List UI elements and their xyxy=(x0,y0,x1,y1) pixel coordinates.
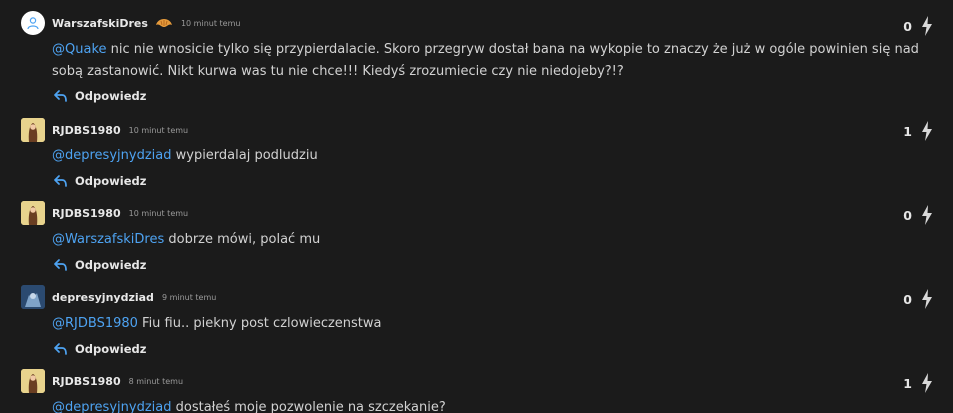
avatar[interactable] xyxy=(21,285,45,309)
comment-text: wypierdalaj podludziu xyxy=(171,148,318,163)
comment-time: 10 minut temu xyxy=(128,125,189,135)
lightning-bolt-icon[interactable] xyxy=(921,205,933,225)
user-photo xyxy=(21,118,45,142)
croissant-icon xyxy=(155,15,173,32)
comment-author[interactable]: RJDBS1980 xyxy=(52,207,121,220)
mention-link[interactable]: @depresyjnydziad xyxy=(52,148,171,163)
reply-button[interactable]: Odpowiedz xyxy=(54,258,146,272)
reply-label: Odpowiedz xyxy=(75,174,147,188)
comment-feed: WarszafskiDres 10 minut temu 0 @Quake ni… xyxy=(0,0,953,413)
reply-arrow-icon xyxy=(54,90,67,102)
avatar[interactable] xyxy=(21,11,45,35)
comment-author[interactable]: RJDBS1980 xyxy=(52,124,121,137)
comment-time: 10 minut temu xyxy=(180,18,241,28)
comment-time: 9 minut temu xyxy=(161,292,217,302)
reply-label: Odpowiedz xyxy=(75,342,147,356)
avatar[interactable] xyxy=(21,369,45,393)
vote-count: 1 xyxy=(903,123,912,139)
comment-header: depresyjnydziad 9 minut temu xyxy=(21,284,216,310)
avatar[interactable] xyxy=(21,118,45,142)
mention-link[interactable]: @Quake xyxy=(52,42,107,57)
mention-link[interactable]: @WarszafskiDres xyxy=(52,232,164,247)
comment-author[interactable]: RJDBS1980 xyxy=(52,375,121,388)
avatar[interactable] xyxy=(21,201,45,225)
comment-text: Fiu fiu.. piekny post czlowieczenstwa xyxy=(137,316,382,331)
mention-link[interactable]: @depresyjnydziad xyxy=(52,400,171,413)
comment-time: 10 minut temu xyxy=(128,208,189,218)
user-icon xyxy=(27,17,39,30)
lightning-bolt-icon[interactable] xyxy=(921,289,933,309)
comment-body: @depresyjnydziad dostałeś moje pozwoleni… xyxy=(52,397,932,413)
reply-arrow-icon xyxy=(54,175,67,187)
comment-body: @Quake nic nie wnosicie tylko się przypi… xyxy=(52,39,932,83)
vote-box: 0 xyxy=(903,289,933,309)
reply-button[interactable]: Odpowiedz xyxy=(54,174,146,188)
comment-text: dobrze mówi, polać mu xyxy=(164,232,321,247)
comment-header: WarszafskiDres 10 minut temu xyxy=(21,10,240,36)
vote-count: 0 xyxy=(903,207,912,223)
comment-time: 8 minut temu xyxy=(128,376,184,386)
comment-body: @WarszafskiDres dobrze mówi, polać mu xyxy=(52,229,932,251)
comment-body: @RJDBS1980 Fiu fiu.. piekny post czlowie… xyxy=(52,313,932,335)
comment-body: @depresyjnydziad wypierdalaj podludziu xyxy=(52,145,932,167)
comment-header: RJDBS1980 8 minut temu xyxy=(21,368,183,394)
comment-author[interactable]: WarszafskiDres xyxy=(52,17,148,30)
vote-count: 1 xyxy=(903,375,912,391)
comment-author[interactable]: depresyjnydziad xyxy=(52,291,154,304)
user-photo xyxy=(21,201,45,225)
vote-box: 0 xyxy=(903,205,933,225)
reply-label: Odpowiedz xyxy=(75,258,147,272)
reply-button[interactable]: Odpowiedz xyxy=(54,342,146,356)
comment-text: nic nie wnosicie tylko się przypierdalac… xyxy=(52,42,919,79)
reply-arrow-icon xyxy=(54,343,67,355)
vote-box: 1 xyxy=(903,373,933,393)
reply-label: Odpowiedz xyxy=(75,89,147,103)
user-photo xyxy=(21,285,45,309)
lightning-bolt-icon[interactable] xyxy=(921,373,933,393)
mention-link[interactable]: @RJDBS1980 xyxy=(52,316,138,331)
comment-text: dostałeś moje pozwolenie na szczekanie? xyxy=(171,400,446,413)
vote-count: 0 xyxy=(903,18,912,34)
reply-arrow-icon xyxy=(54,259,67,271)
lightning-bolt-icon[interactable] xyxy=(921,16,933,36)
user-photo xyxy=(21,369,45,393)
vote-box: 0 xyxy=(903,16,933,36)
vote-box: 1 xyxy=(903,121,933,141)
vote-count: 0 xyxy=(903,291,912,307)
reply-button[interactable]: Odpowiedz xyxy=(54,89,146,103)
comment-header: RJDBS1980 10 minut temu xyxy=(21,117,188,143)
comment-header: RJDBS1980 10 minut temu xyxy=(21,200,188,226)
lightning-bolt-icon[interactable] xyxy=(921,121,933,141)
